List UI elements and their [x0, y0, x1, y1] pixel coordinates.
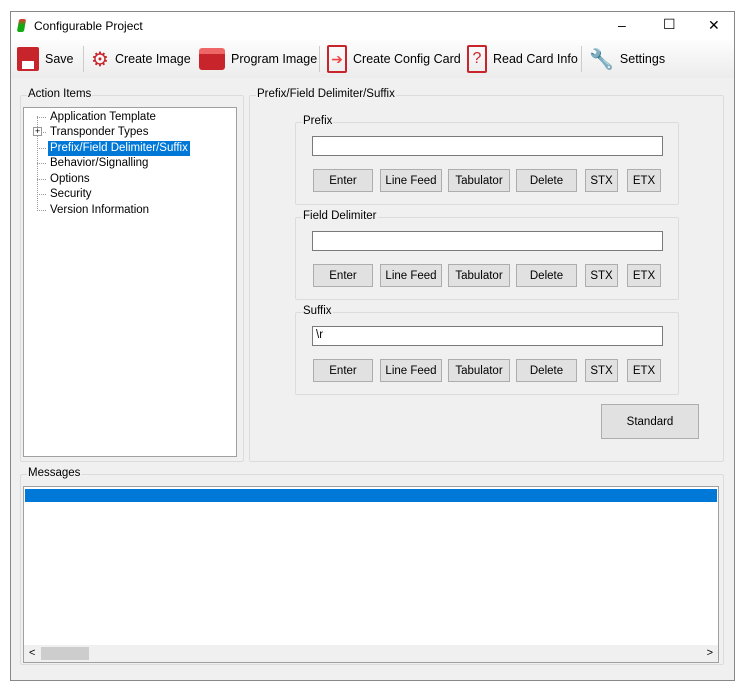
field-delimiter-input[interactable] [312, 231, 663, 251]
settings-label: Settings [619, 52, 666, 66]
field-delimiter-enter-button[interactable]: Enter [313, 264, 373, 287]
field-delimiter-tabulator-button[interactable]: Tabulator [448, 264, 510, 287]
action-items-group: Action Items + Application Template Tran… [20, 88, 244, 462]
toolbar-separator [319, 46, 320, 72]
prefix-delete-button[interactable]: Delete [516, 169, 577, 192]
tree-line [37, 194, 46, 195]
tree-item-security[interactable]: Security [48, 187, 94, 202]
suffix-stx-button[interactable]: STX [585, 359, 618, 382]
toolbar-separator [581, 46, 582, 72]
tree-item-version-information[interactable]: Version Information [48, 203, 151, 218]
prefix-line-feed-button[interactable]: Line Feed [380, 169, 442, 192]
tree-line [37, 210, 46, 211]
tree-line [37, 117, 46, 118]
tree-item-application-template[interactable]: Application Template [48, 110, 158, 125]
suffix-tabulator-button[interactable]: Tabulator [448, 359, 510, 382]
save-button[interactable]: Save [17, 43, 74, 75]
read-card-info-label: Read Card Info [493, 52, 578, 66]
program-icon [199, 48, 225, 70]
messages-list[interactable]: < > [23, 486, 719, 663]
tree-item-transponder-types[interactable]: Transponder Types [48, 125, 150, 140]
prefix-input[interactable] [312, 136, 663, 156]
floppy-icon [17, 47, 39, 71]
field-delimiter-group: Field Delimiter [295, 210, 679, 300]
suffix-delete-button[interactable]: Delete [516, 359, 577, 382]
prefix-enter-button[interactable]: Enter [313, 169, 373, 192]
panel-label: Prefix/Field Delimiter/Suffix [256, 88, 396, 100]
prefix-tabulator-button[interactable]: Tabulator [448, 169, 510, 192]
tree-item-options[interactable]: Options [48, 172, 92, 187]
horizontal-scrollbar[interactable]: < > [24, 645, 718, 662]
prefix-group: Prefix [295, 115, 679, 205]
field-delimiter-line-feed-button[interactable]: Line Feed [380, 264, 442, 287]
gears-icon: ⚙ [91, 48, 109, 71]
wrench-icon: 🔧 [589, 48, 614, 71]
messages-group: Messages < > [20, 467, 724, 665]
suffix-input[interactable]: \r [312, 326, 663, 346]
suffix-enter-button[interactable]: Enter [313, 359, 373, 382]
close-button[interactable]: ✕ [708, 17, 720, 34]
card-question-icon: ? [467, 45, 487, 73]
messages-label: Messages [27, 467, 82, 479]
tree-item-prefix-delimiter-suffix[interactable]: Prefix/Field Delimiter/Suffix [48, 141, 190, 156]
settings-button[interactable]: 🔧 Settings [589, 43, 665, 75]
card-arrow-icon: ➔ [327, 45, 347, 73]
create-image-button[interactable]: ⚙ Create Image [91, 43, 191, 75]
suffix-line-feed-button[interactable]: Line Feed [380, 359, 442, 382]
toolbar-separator [83, 46, 84, 72]
suffix-label: Suffix [302, 305, 333, 317]
prefix-stx-button[interactable]: STX [585, 169, 618, 192]
program-image-label: Program Image [231, 52, 318, 66]
expand-icon[interactable]: + [33, 127, 42, 136]
app-icon [16, 19, 27, 32]
window-title: Configurable Project [34, 19, 143, 33]
create-image-label: Create Image [114, 52, 191, 66]
toolbar: Save ⚙ Create Image Program Image ➔ Crea… [11, 40, 734, 78]
title-bar: Configurable Project – ☐ ✕ [11, 12, 734, 40]
tree-item-behavior-signalling[interactable]: Behavior/Signalling [48, 156, 150, 171]
read-card-info-button[interactable]: ? Read Card Info [467, 43, 578, 75]
suffix-group: Suffix [295, 305, 679, 395]
tree-line [37, 148, 46, 149]
selected-message-row[interactable] [25, 489, 717, 502]
scroll-thumb[interactable] [41, 647, 89, 660]
prefix-label: Prefix [302, 115, 334, 127]
create-config-card-label: Create Config Card [353, 52, 461, 66]
scroll-right-button[interactable]: > [707, 647, 713, 659]
maximize-button[interactable]: ☐ [663, 16, 676, 33]
create-config-card-button[interactable]: ➔ Create Config Card [327, 43, 461, 75]
scroll-left-button[interactable]: < [29, 647, 35, 659]
tree-line [37, 179, 46, 180]
standard-button[interactable]: Standard [601, 404, 699, 439]
suffix-etx-button[interactable]: ETX [627, 359, 661, 382]
tree-line [37, 163, 46, 164]
field-delimiter-stx-button[interactable]: STX [585, 264, 618, 287]
field-delimiter-label: Field Delimiter [302, 210, 378, 222]
save-label: Save [45, 52, 74, 66]
program-image-button[interactable]: Program Image [199, 43, 317, 75]
action-items-tree: + Application Template Transponder Types… [23, 107, 237, 457]
field-delimiter-delete-button[interactable]: Delete [516, 264, 577, 287]
field-delimiter-etx-button[interactable]: ETX [627, 264, 661, 287]
action-items-label: Action Items [27, 88, 93, 100]
minimize-button[interactable]: – [618, 17, 626, 33]
prefix-etx-button[interactable]: ETX [627, 169, 661, 192]
